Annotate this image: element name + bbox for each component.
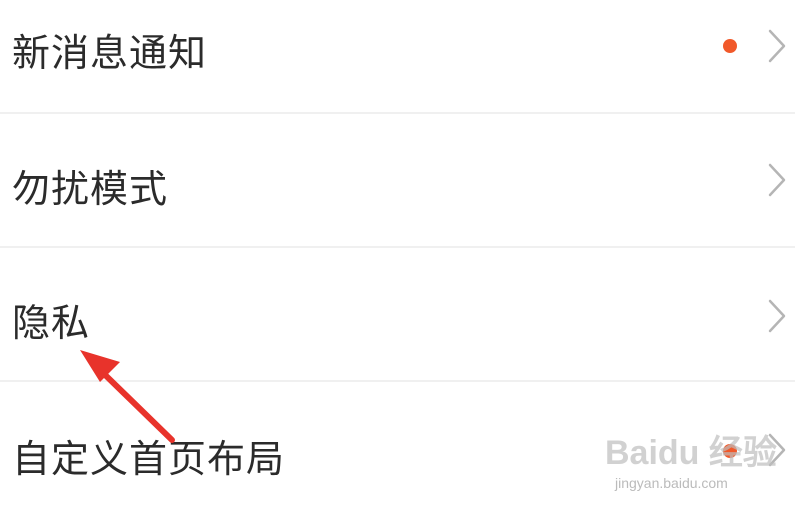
settings-item-label: 自定义首页布局 [12,437,286,481]
settings-item-do-not-disturb[interactable]: 勿扰模式 [0,114,795,246]
new-badge-dot [723,444,737,458]
settings-item-label: 新消息通知 [12,31,208,75]
chevron-right-icon [768,433,786,467]
settings-item-label: 隐私 [12,301,91,345]
settings-item-new-message-notification[interactable]: 新消息通知 [0,0,795,112]
chevron-right-icon [768,163,786,197]
chevron-right-icon [768,299,786,333]
new-badge-dot [723,39,737,53]
settings-page: 新消息通知 勿扰模式 隐私 自定义首页布局 Baidu 经验 jingyan.b… [0,0,795,513]
settings-item-label: 勿扰模式 [12,167,169,211]
settings-item-custom-homepage-layout[interactable]: 自定义首页布局 [0,382,795,513]
settings-item-privacy[interactable]: 隐私 [0,248,795,380]
chevron-right-icon [768,29,786,63]
